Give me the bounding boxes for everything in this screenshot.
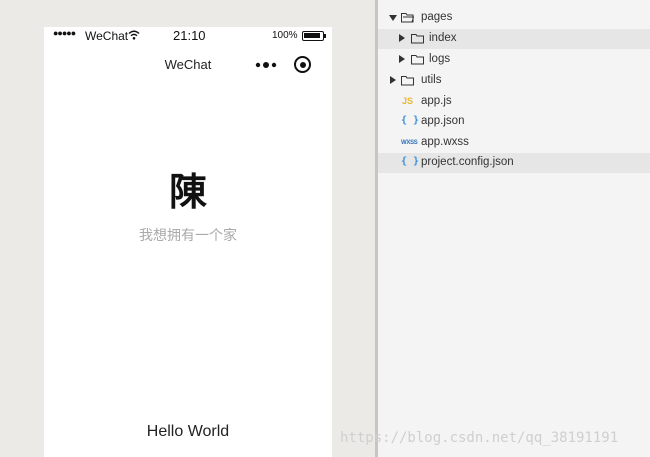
tree-folder-utils[interactable]: utils [378,71,650,91]
tree-file-app-json[interactable]: { } app.json [378,112,650,132]
tree-label-project-config: project.config.json [421,156,514,168]
close-miniprogram-icon[interactable] [294,56,311,73]
signal-icon: ●●●●● [53,28,76,38]
wxss-file-icon: WXSS [401,140,418,146]
navigation-bar: WeChat [44,49,332,79]
tree-label-logs: logs [429,53,451,65]
carrier-name: WeChat [85,29,129,43]
tree-label-app-json: app.json [421,115,465,127]
json-file-icon: { } [401,156,420,167]
json-file-icon: { } [401,115,420,126]
battery-percent: 100% [272,30,298,41]
tree-file-app-js[interactable]: JS app.js [378,92,650,112]
chevron-down-icon[interactable] [389,15,397,21]
folder-icon [411,55,424,65]
tree-folder-index[interactable]: index [378,29,650,49]
more-menu-icon[interactable] [255,61,277,69]
user-avatar[interactable]: 陳 [44,167,332,217]
tree-folder-logs[interactable]: logs [378,50,650,70]
folder-open-icon [401,13,414,23]
tree-file-project-config[interactable]: { } project.config.json [378,153,650,173]
tree-label-app-wxss: app.wxss [421,136,469,148]
chevron-right-icon[interactable] [399,55,405,63]
folder-icon [401,76,414,86]
tree-label-app-js: app.js [421,95,452,107]
chevron-right-icon[interactable] [399,34,405,42]
wifi-icon [128,30,140,40]
tree-folder-pages[interactable]: pages [378,8,650,28]
battery-icon [302,31,326,41]
tree-label-pages: pages [421,11,453,23]
file-tree-panel: pages index logs utils JS app.js { } app… [378,0,650,457]
chevron-right-icon[interactable] [390,76,396,84]
js-file-icon: JS [402,96,414,106]
user-nickname: 我想拥有一个家 [139,227,237,243]
tree-label-utils: utils [421,74,442,86]
phone-screen: ●●●●● WeChat 21:10 100% WeChat 陳 我想拥有一个家… [44,27,332,457]
folder-icon [411,34,424,44]
watermark: https://blog.csdn.net/qq_38191191 [340,430,619,446]
motto-text: Hello World [146,423,230,440]
status-bar: ●●●●● WeChat 21:10 100% [44,27,332,45]
nav-title: WeChat [164,57,212,72]
simulator-area: ●●●●● WeChat 21:10 100% WeChat 陳 我想拥有一个家… [0,0,375,457]
tree-file-app-wxss[interactable]: WXSS app.wxss [378,133,650,153]
tree-label-index: index [429,32,457,44]
status-time: 21:10 [173,28,206,43]
